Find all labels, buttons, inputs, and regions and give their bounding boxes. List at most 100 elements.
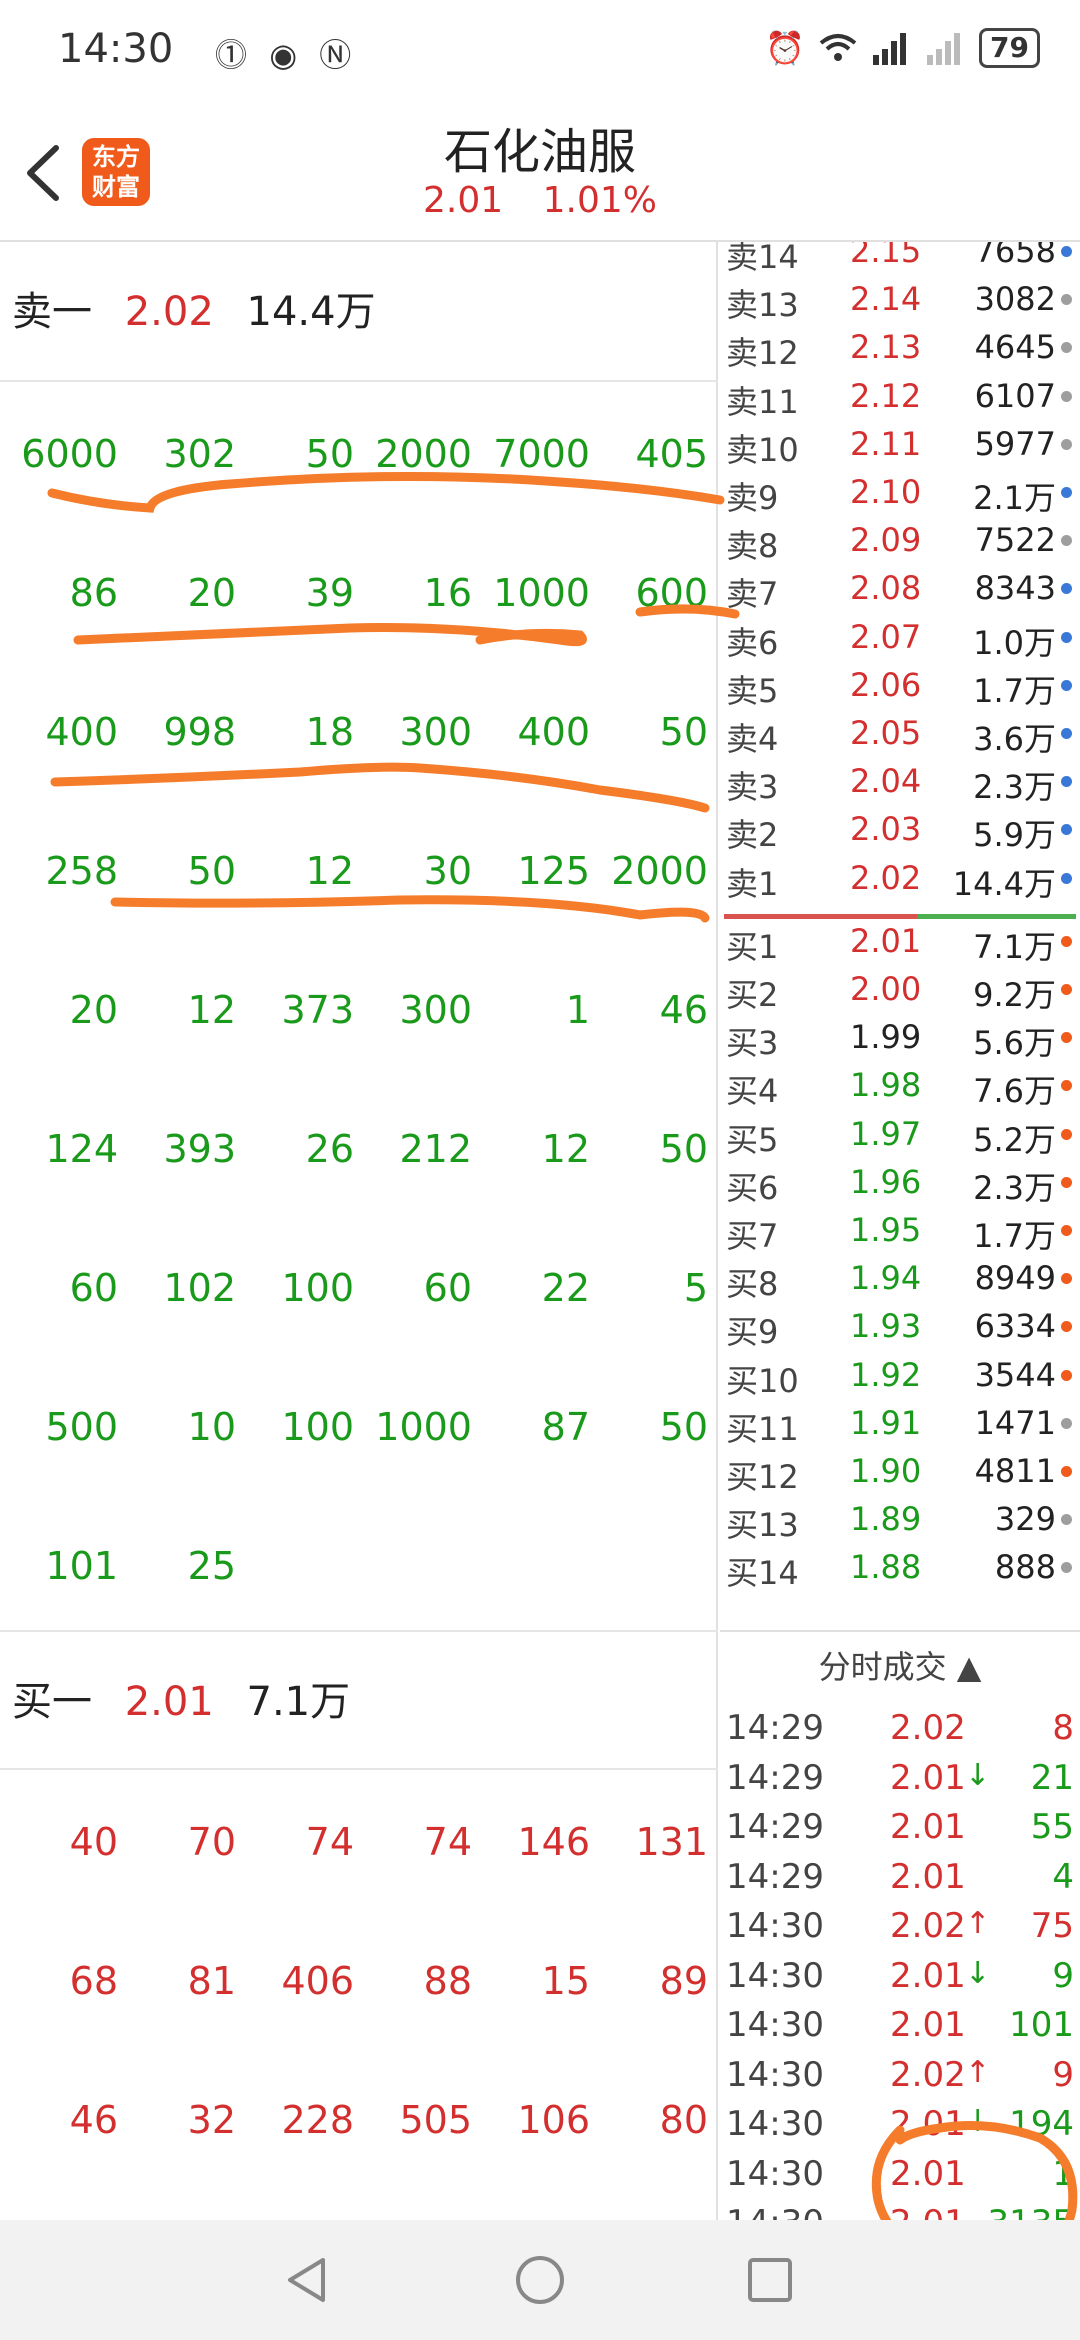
order-book-price: 2.06 (850, 665, 922, 704)
queue-order-size: 258 (45, 848, 118, 893)
order-book-row[interactable]: 卖11 2.12 6107 (720, 373, 1080, 421)
order-book-row[interactable]: 买6 1.96 2.3万 (720, 1159, 1080, 1207)
order-book-row[interactable]: 买14 1.88 888 (720, 1544, 1080, 1592)
order-book-price: 1.91 (850, 1403, 922, 1442)
nav-back-icon[interactable] (278, 2250, 338, 2310)
order-book-price: 2.03 (850, 810, 922, 849)
order-book-row[interactable]: 买8 1.94 8949 (720, 1255, 1080, 1303)
order-book-row[interactable]: 卖7 2.08 8343 (720, 565, 1080, 613)
arrow-up-icon: ↑ (965, 1906, 991, 1941)
order-book-row[interactable]: 买3 1.99 5.6万 (720, 1014, 1080, 1062)
order-book-row[interactable]: 买7 1.95 1.7万 (720, 1207, 1080, 1255)
order-book-row[interactable]: 买5 1.97 5.2万 (720, 1111, 1080, 1159)
trade-time: 14:30 (726, 1906, 824, 1946)
queue-order-size: 998 (163, 709, 236, 754)
order-source-dot (1061, 535, 1072, 547)
order-source-dot (1061, 1273, 1072, 1285)
order-source-dot (1061, 438, 1072, 450)
order-book-level: 买12 (726, 1458, 799, 1496)
order-book-row[interactable]: 卖1 2.02 14.4万 (720, 855, 1080, 903)
queue-order-size: 6000 (21, 431, 118, 476)
order-book-level: 卖14 (726, 242, 799, 276)
order-book-level: 卖7 (726, 575, 779, 614)
queue-row: 6000 302 50 2000 7000 405 (0, 384, 718, 523)
order-book-row[interactable]: 买13 1.89 329 (720, 1496, 1080, 1544)
queue-order-size: 46 (659, 987, 708, 1032)
time-sales-header[interactable]: 分时成交 ▲ (720, 1630, 1080, 1700)
queue-order-size: 500 (45, 1404, 118, 1449)
trade-row: 14:30 2.01 1 (720, 2150, 1080, 2198)
order-book-row[interactable]: 卖9 2.10 2.1万 (720, 469, 1080, 517)
order-book-row[interactable]: 卖13 2.14 3082 (720, 276, 1080, 324)
order-book-row[interactable]: 买12 1.90 4811 (720, 1448, 1080, 1496)
order-source-dot (1061, 246, 1072, 257)
nav-recents-icon[interactable] (740, 2250, 800, 2310)
order-book-row[interactable]: 买1 2.01 7.1万 (720, 918, 1080, 966)
order-book-row[interactable]: 买11 1.91 1471 (720, 1400, 1080, 1448)
queue-order-size: 89 (659, 1958, 708, 2003)
order-book-price: 2.02 (850, 858, 922, 897)
trade-row: 14:29 2.01 4 (720, 1853, 1080, 1901)
order-book-level: 卖4 (726, 720, 779, 758)
queue-order-size: 60 (69, 1265, 118, 1310)
trade-volume: 3135 (987, 2203, 1074, 2220)
nfc-icon: Ⓝ (319, 36, 358, 74)
order-book-panel[interactable]: 卖14 2.15 7658 卖13 2.14 3082 卖12 2.13 4645 卖11 2.12… (720, 242, 1080, 2220)
order-book-level: 买14 (726, 1554, 799, 1593)
bid-level-volume: 7.1万 (246, 1679, 351, 1725)
order-book-row[interactable]: 卖8 2.09 7522 (720, 517, 1080, 565)
order-book-row[interactable]: 卖12 2.13 4645 (720, 324, 1080, 372)
stock-change-pct: 1.01% (542, 180, 657, 221)
arrow-down-icon: ↓ (965, 1955, 991, 1991)
queue-order-size: 300 (399, 987, 472, 1032)
nav-home-icon[interactable] (510, 2250, 570, 2310)
queue-order-size: 393 (163, 1126, 236, 1171)
trade-volume: 9 (1052, 2054, 1074, 2095)
queue-order-size: 80 (659, 2097, 708, 2142)
trade-volume: 75 (1030, 1906, 1074, 1946)
arrow-down-icon: ↓ (965, 1757, 991, 1793)
trade-volume: 1 (1052, 2153, 1074, 2194)
order-book-row[interactable]: 买10 1.92 3544 (720, 1352, 1080, 1400)
bid-level-label: 买一 (12, 1679, 92, 1725)
order-book-volume: 9.2万 (973, 976, 1056, 1014)
order-queue-panel: 卖一 2.02 14.4万 6000 302 50 2000 7000 405 86 20 39… (0, 242, 718, 2220)
order-book-level: 卖8 (726, 527, 779, 566)
order-source-dot (1061, 1080, 1072, 1092)
order-book-price: 2.05 (850, 714, 922, 752)
order-book-row[interactable]: 卖14 2.15 7658 (720, 242, 1080, 276)
order-source-dot (1061, 776, 1072, 788)
queue-row: 101 25 (0, 1496, 718, 1635)
order-book-row[interactable]: 买4 1.98 7.6万 (720, 1062, 1080, 1110)
order-source-dot (1061, 728, 1072, 739)
queue-order-size: 88 (423, 1958, 472, 2003)
main-content: 卖一 2.02 14.4万 6000 302 50 2000 7000 405 86 20 39… (0, 240, 1080, 2220)
order-book-price: 1.96 (850, 1162, 922, 1201)
queue-order-size: 100 (281, 1404, 354, 1449)
order-book-row[interactable]: 卖10 2.11 5977 (720, 421, 1080, 469)
order-book-level: 买5 (726, 1120, 779, 1159)
order-book-row[interactable]: 卖4 2.05 3.6万 (720, 710, 1080, 758)
trade-row: 14:30 2.01 101 (720, 2001, 1080, 2049)
order-book-volume: 2.3万 (973, 768, 1056, 807)
order-book-row[interactable]: 买9 1.93 6334 (720, 1303, 1080, 1351)
order-book-row[interactable]: 卖2 2.03 5.9万 (720, 806, 1080, 854)
order-book-price: 2.00 (850, 970, 922, 1008)
stock-price: 2.01 (423, 180, 504, 221)
order-book-row[interactable]: 买2 2.00 9.2万 (720, 966, 1080, 1014)
queue-row: 258 50 12 30 125 2000 (0, 801, 718, 940)
trade-time: 14:29 (726, 1757, 824, 1798)
order-source-dot (1061, 1032, 1072, 1044)
order-book-price: 1.90 (850, 1452, 922, 1490)
queue-order-size: 87 (541, 1404, 590, 1449)
order-book-row[interactable]: 卖3 2.04 2.3万 (720, 758, 1080, 806)
bid-queue-grid: 40 70 74 74 146 131 68 81 406 88 15 89 46 32 228 505 106… (0, 1772, 718, 2189)
trade-price: 2.01 (890, 2153, 966, 2194)
queue-order-size: 300 (399, 709, 472, 754)
trade-volume: 21 (1030, 1757, 1074, 1798)
order-source-dot (1061, 984, 1072, 995)
order-book-row[interactable]: 卖6 2.07 1.0万 (720, 614, 1080, 662)
order-book-row[interactable]: 卖5 2.06 1.7万 (720, 662, 1080, 710)
stock-name: 石化油服 (443, 124, 636, 180)
queue-order-size: 18 (305, 709, 354, 754)
